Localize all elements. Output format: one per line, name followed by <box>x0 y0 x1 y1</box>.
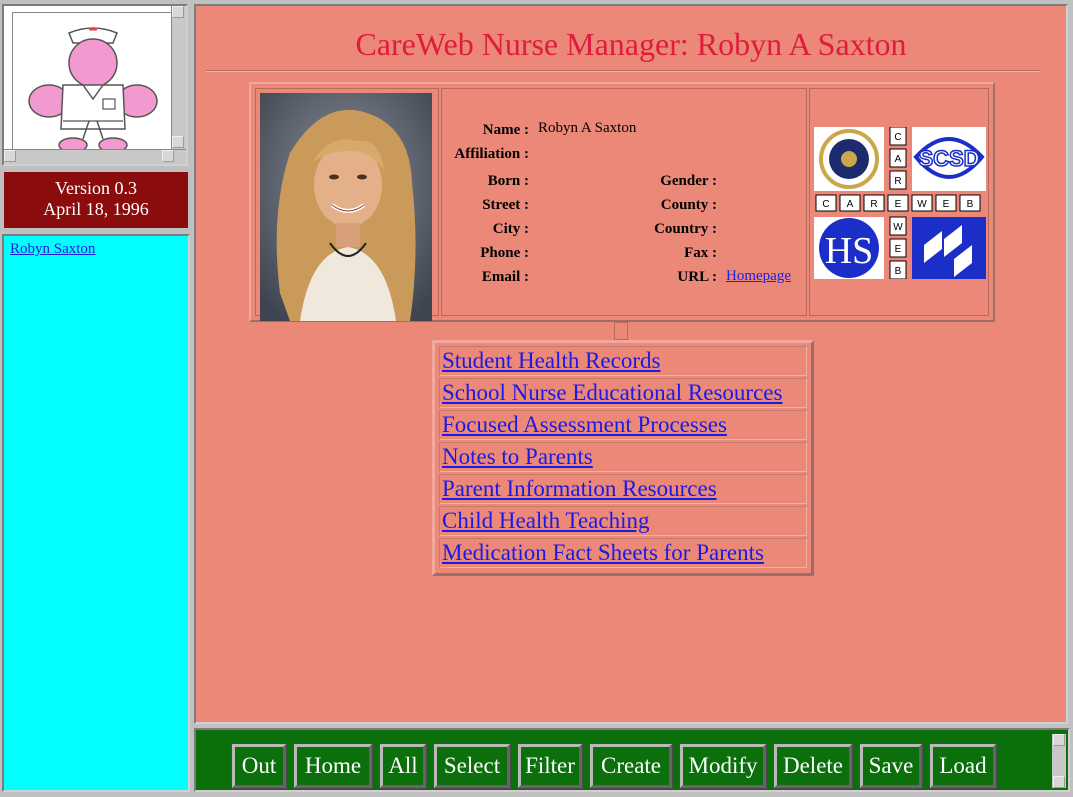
nurse-mascot-icon <box>12 12 174 156</box>
country-label: Country : <box>654 221 717 237</box>
scroll-left-arrow-icon[interactable] <box>4 150 16 162</box>
logo-horizontal-scrollbar[interactable] <box>4 149 186 164</box>
nurse-photo <box>260 93 432 321</box>
gender-label: Gender : <box>660 173 717 189</box>
county-label: County : <box>660 197 717 213</box>
student-health-records-link[interactable]: Student Health Records <box>442 348 660 373</box>
svg-text:E: E <box>895 199 902 210</box>
create-button[interactable]: Create <box>589 743 673 789</box>
city-label: City : <box>492 221 529 237</box>
url-label: URL : <box>677 269 717 285</box>
toolbar-scroll-down-arrow-icon[interactable] <box>1053 776 1065 788</box>
link-row: Focused Assessment Processes <box>439 410 807 440</box>
scroll-right-arrow-icon[interactable] <box>162 150 174 162</box>
home-button[interactable]: Home <box>293 743 373 789</box>
save-button[interactable]: Save <box>859 743 923 789</box>
link-row: Student Health Records <box>439 346 807 376</box>
name-label: Name : <box>482 122 529 138</box>
scsd-logo-text: SCSD <box>918 146 979 171</box>
all-button[interactable]: All <box>379 743 427 789</box>
svg-text:W: W <box>917 199 927 210</box>
svg-text:B: B <box>967 199 974 210</box>
link-row: Notes to Parents <box>439 442 807 472</box>
version-label: Version 0.3 <box>55 178 137 198</box>
link-row: Medication Fact Sheets for Parents <box>439 538 807 568</box>
version-frame: Version 0.3 April 18, 1996 <box>4 172 188 228</box>
main-content-frame: CareWeb Nurse Manager: Robyn A Saxton Na… <box>194 4 1068 724</box>
affiliation-label: Affiliation : <box>454 146 529 162</box>
parent-information-resources-link[interactable]: Parent Information Resources <box>442 476 717 501</box>
svg-text:HS: HS <box>825 230 874 272</box>
toolbar-frame: Out Home All Select Filter Create Modify… <box>194 728 1070 792</box>
delete-button[interactable]: Delete <box>773 743 853 789</box>
svg-text:A: A <box>895 154 902 165</box>
svg-text:W: W <box>893 222 903 233</box>
fax-label: Fax : <box>684 245 717 261</box>
filter-button[interactable]: Filter <box>517 743 583 789</box>
title-divider <box>206 70 1040 72</box>
email-label: Email : <box>481 269 529 285</box>
version-date: April 18, 1996 <box>43 199 149 219</box>
notes-to-parents-link[interactable]: Notes to Parents <box>442 444 593 469</box>
modify-button[interactable]: Modify <box>679 743 767 789</box>
svg-text:E: E <box>895 244 902 255</box>
link-row: Child Health Teaching <box>439 506 807 536</box>
medication-fact-sheets-link[interactable]: Medication Fact Sheets for Parents <box>442 540 764 565</box>
resource-links-box: Student Health Records School Nurse Educ… <box>432 340 814 576</box>
scroll-up-arrow-icon[interactable] <box>172 6 184 18</box>
logos-cell: SCSD HS C A R W E B C A R E W E B <box>809 88 989 316</box>
svg-text:E: E <box>943 199 950 210</box>
link-row: Parent Information Resources <box>439 474 807 504</box>
photo-cell <box>255 88 439 321</box>
svg-text:A: A <box>847 199 854 210</box>
logo-frame <box>2 4 188 166</box>
logo-vertical-scrollbar[interactable] <box>171 6 186 150</box>
careweb-logo-collage-icon: SCSD HS C A R W E B C A R E W E B <box>814 127 986 279</box>
link-row: School Nurse Educational Resources <box>439 378 807 408</box>
out-button[interactable]: Out <box>231 743 287 789</box>
svg-text:R: R <box>894 176 901 187</box>
child-health-teaching-link[interactable]: Child Health Teaching <box>442 508 649 533</box>
svg-text:B: B <box>895 266 902 277</box>
focused-assessment-processes-link[interactable]: Focused Assessment Processes <box>442 412 727 437</box>
born-label: Born : <box>487 173 529 189</box>
details-cell: Name : Robyn A Saxton Affiliation : Born… <box>441 88 807 316</box>
school-nurse-educational-resources-link[interactable]: School Nurse Educational Resources <box>442 380 782 405</box>
page-title: CareWeb Nurse Manager: Robyn A Saxton <box>355 26 907 62</box>
toolbar-scrollbar[interactable] <box>1052 734 1066 788</box>
nurse-link-robyn-saxton[interactable]: Robyn Saxton <box>10 241 95 257</box>
name-value: Robyn A Saxton <box>538 120 637 136</box>
svg-text:C: C <box>822 199 829 210</box>
phone-label: Phone : <box>480 245 529 261</box>
select-button[interactable]: Select <box>433 743 511 789</box>
scroll-down-arrow-icon[interactable] <box>172 136 184 148</box>
toolbar-scroll-up-arrow-icon[interactable] <box>1053 734 1065 746</box>
load-button[interactable]: Load <box>929 743 997 789</box>
svg-text:C: C <box>894 132 901 143</box>
nurse-list-frame: Robyn Saxton <box>2 234 190 792</box>
street-label: Street : <box>482 197 529 213</box>
profile-table: Name : Robyn A Saxton Affiliation : Born… <box>249 82 995 322</box>
links-connector <box>614 322 628 340</box>
homepage-link[interactable]: Homepage <box>726 268 791 285</box>
svg-text:R: R <box>870 199 877 210</box>
